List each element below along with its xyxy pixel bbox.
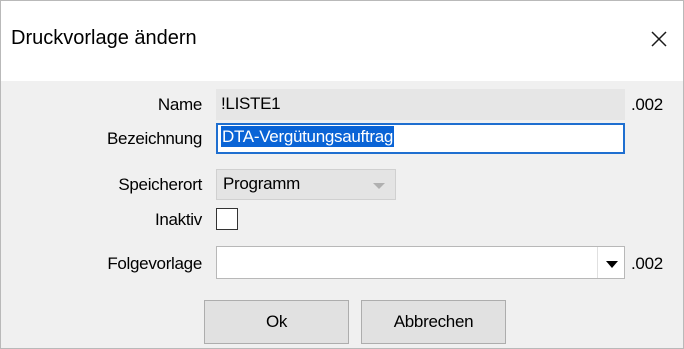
inaktiv-checkbox[interactable]	[216, 208, 238, 230]
bezeichnung-value: DTA-Vergütungsauftrag	[221, 126, 395, 147]
folgevorlage-suffix: .002	[631, 254, 663, 273]
close-icon-glyph	[651, 31, 667, 47]
bezeichnung-label: Bezeichnung	[107, 129, 202, 148]
dialog-window: Druckvorlage ändern Name !LISTE1 .002 Be…	[0, 0, 684, 349]
chevron-down-icon	[373, 183, 385, 189]
speicherort-select[interactable]: Programm	[216, 169, 396, 200]
name-label: Name	[157, 95, 202, 114]
folgevorlage-label: Folgevorlage	[107, 254, 202, 273]
dialog-title: Druckvorlage ändern	[11, 27, 197, 49]
title-bar: Druckvorlage ändern	[1, 1, 683, 81]
bezeichnung-input[interactable]: DTA-Vergütungsauftrag	[216, 123, 625, 154]
ok-button[interactable]: Ok	[204, 300, 349, 344]
name-suffix: .002	[631, 95, 663, 114]
name-field: !LISTE1	[216, 89, 625, 120]
cancel-button[interactable]: Abbrechen	[361, 300, 506, 344]
dropdown-arrow-icon	[606, 261, 618, 268]
inaktiv-label: Inaktiv	[154, 210, 202, 229]
folgevorlage-dropdown-button[interactable]	[597, 247, 624, 278]
close-icon[interactable]	[635, 15, 683, 63]
speicherort-value: Programm	[223, 174, 300, 193]
speicherort-label: Speicherort	[118, 175, 202, 194]
folgevorlage-select[interactable]	[216, 246, 625, 279]
name-value: !LISTE1	[221, 94, 281, 113]
